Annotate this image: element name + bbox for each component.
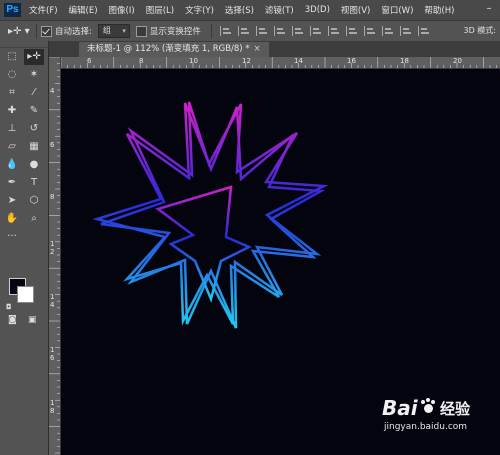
magic-wand-tool-icon[interactable]: ✶: [24, 67, 44, 83]
ruler-label: 14: [294, 57, 303, 65]
vertical-ruler-ticks: [49, 57, 60, 454]
ruler-label: 16: [347, 57, 356, 65]
dodge-tool-icon[interactable]: ●: [24, 157, 44, 173]
align-left-edges-icon[interactable]: [273, 26, 287, 36]
ruler-label: 6: [50, 354, 55, 362]
menu-bar: Ps 文件(F) 编辑(E) 图像(I) 图层(L) 文字(Y) 选择(S) 滤…: [0, 0, 500, 20]
auto-select-checkbox[interactable]: [41, 25, 52, 37]
menu-edit[interactable]: 编辑(E): [69, 4, 98, 16]
ruler-label: 12: [242, 57, 251, 65]
options-bar: ▸✛ ▾ 自动选择: 组 显示变换控件 3D 模式:: [0, 20, 500, 42]
crop-tool-icon[interactable]: ⌗: [2, 85, 22, 101]
lasso-tool-icon[interactable]: ◌: [2, 67, 22, 83]
menu-window[interactable]: 窗口(W): [381, 4, 413, 16]
zoom-tool-icon[interactable]: ⌕: [24, 211, 44, 227]
tools-panel: ⬚ ▸✛ ◌ ✶ ⌗ ⁄ ✚ ✎ ⊥ ↺ ▱ ▦ 💧 ● ✒ T ➤ ⬡ ✋ ⌕ ··· ◘ ◙ ▣: [0, 41, 49, 455]
type-tool-icon[interactable]: T: [24, 175, 44, 191]
ruler-label: 18: [400, 57, 409, 65]
menu-help[interactable]: 帮助(H): [424, 4, 454, 16]
paw-icon: [420, 398, 436, 414]
distribute-hcenter-icon[interactable]: [399, 26, 413, 36]
distribute-left-icon[interactable]: [381, 26, 395, 36]
watermark-brand: Bai: [382, 396, 418, 420]
healing-brush-tool-icon[interactable]: ✚: [2, 103, 22, 119]
clone-stamp-tool-icon[interactable]: ⊥: [2, 121, 22, 137]
distribute-center-icon[interactable]: [345, 26, 359, 36]
blur-tool-icon[interactable]: 💧: [2, 157, 22, 173]
menu-filter[interactable]: 滤镜(T): [265, 4, 294, 16]
distribute-top-icon[interactable]: [327, 26, 341, 36]
ruler-label: 2: [50, 248, 55, 256]
menu-select[interactable]: 选择(S): [225, 4, 254, 16]
document-tab-bar: 未标题-1 @ 112% (渐变填充 1, RGB/8) * ×: [49, 41, 500, 57]
pen-tool-icon[interactable]: ✒: [2, 175, 22, 191]
distribute-bottom-icon[interactable]: [363, 26, 377, 36]
document-tab[interactable]: 未标题-1 @ 112% (渐变填充 1, RGB/8) * ×: [79, 42, 269, 57]
minimize-button[interactable]: –: [484, 4, 494, 14]
move-tool-icon[interactable]: ▸✛: [24, 49, 44, 65]
star-strokes: [92, 101, 329, 329]
3d-mode-label: 3D 模式:: [463, 26, 497, 35]
more-tools-icon[interactable]: ···: [2, 229, 22, 245]
ruler-label: 1: [50, 293, 55, 301]
align-top-edges-icon[interactable]: [219, 26, 233, 36]
ruler-label: 6: [87, 57, 92, 65]
brush-tool-icon[interactable]: ✎: [24, 103, 44, 119]
screen-mode-icon[interactable]: ▣: [28, 315, 37, 325]
ruler-label: 20: [453, 57, 462, 65]
close-icon[interactable]: ×: [254, 44, 261, 54]
panel-grip[interactable]: [0, 41, 48, 48]
baidu-jingyan-watermark: Bai 经验 jingyan.baidu.com: [380, 394, 498, 452]
ruler-label: 8: [50, 407, 55, 415]
auto-select-dropdown[interactable]: 组: [97, 24, 130, 38]
path-selection-tool-icon[interactable]: ➤: [2, 193, 22, 209]
align-horizontal-centers-icon[interactable]: [291, 26, 305, 36]
ruler-label: 8: [50, 193, 55, 201]
ruler-label: 4: [50, 301, 55, 309]
menu-type[interactable]: 文字(Y): [185, 4, 214, 16]
show-transform-controls-checkbox[interactable]: [135, 25, 147, 37]
menu-3d[interactable]: 3D(D): [305, 5, 330, 15]
ruler-label: 1: [50, 240, 55, 248]
menu-file[interactable]: 文件(F): [29, 4, 58, 16]
marquee-tool-icon[interactable]: ⬚: [2, 49, 22, 65]
ruler-label: 1: [50, 399, 55, 407]
ruler-label: 8: [139, 57, 144, 65]
photoshop-logo: Ps: [4, 3, 21, 17]
ruler-label: 10: [189, 57, 198, 65]
default-colors-icon[interactable]: ◘: [6, 303, 12, 311]
ruler-label: 1: [50, 346, 55, 354]
horizontal-ruler[interactable]: 6 8 10 12 14 16 18 20: [61, 57, 500, 69]
hand-tool-icon[interactable]: ✋: [2, 211, 22, 227]
eyedropper-tool-icon[interactable]: ⁄: [24, 85, 44, 101]
align-buttons: [219, 26, 436, 36]
watermark-brand-cn: 经验: [440, 400, 471, 418]
gradient-tool-icon[interactable]: ▦: [24, 139, 44, 155]
align-vertical-centers-icon[interactable]: [237, 26, 251, 36]
distribute-right-icon[interactable]: [417, 26, 431, 36]
divider: [36, 24, 37, 38]
document-tab-title: 未标题-1 @ 112% (渐变填充 1, RGB/8) *: [87, 44, 250, 54]
align-right-edges-icon[interactable]: [309, 26, 323, 36]
divider: [210, 24, 212, 38]
history-brush-tool-icon[interactable]: ↺: [24, 121, 44, 137]
vertical-ruler[interactable]: 4 6 8 1 2 1 4 1 6 1 8: [49, 57, 61, 455]
horizontal-ruler-ticks: [61, 57, 497, 68]
ruler-label: 6: [50, 141, 55, 149]
menu-layer[interactable]: 图层(L): [146, 4, 174, 16]
watermark-url: jingyan.baidu.com: [384, 422, 468, 432]
auto-select-label: 自动选择:: [55, 27, 92, 37]
menu-view[interactable]: 视图(V): [341, 4, 370, 16]
eraser-tool-icon[interactable]: ▱: [2, 139, 22, 155]
move-tool-preset-icon[interactable]: ▸✛ ▾: [8, 26, 32, 37]
align-bottom-edges-icon[interactable]: [255, 26, 269, 36]
menu-image[interactable]: 图像(I): [109, 4, 135, 16]
quick-mask-icon[interactable]: ◙: [8, 315, 17, 325]
background-color-swatch[interactable]: [17, 286, 34, 303]
show-transform-controls-label: 显示变换控件: [149, 27, 201, 37]
ruler-label: 4: [50, 87, 55, 95]
shape-tool-icon[interactable]: ⬡: [24, 193, 44, 209]
